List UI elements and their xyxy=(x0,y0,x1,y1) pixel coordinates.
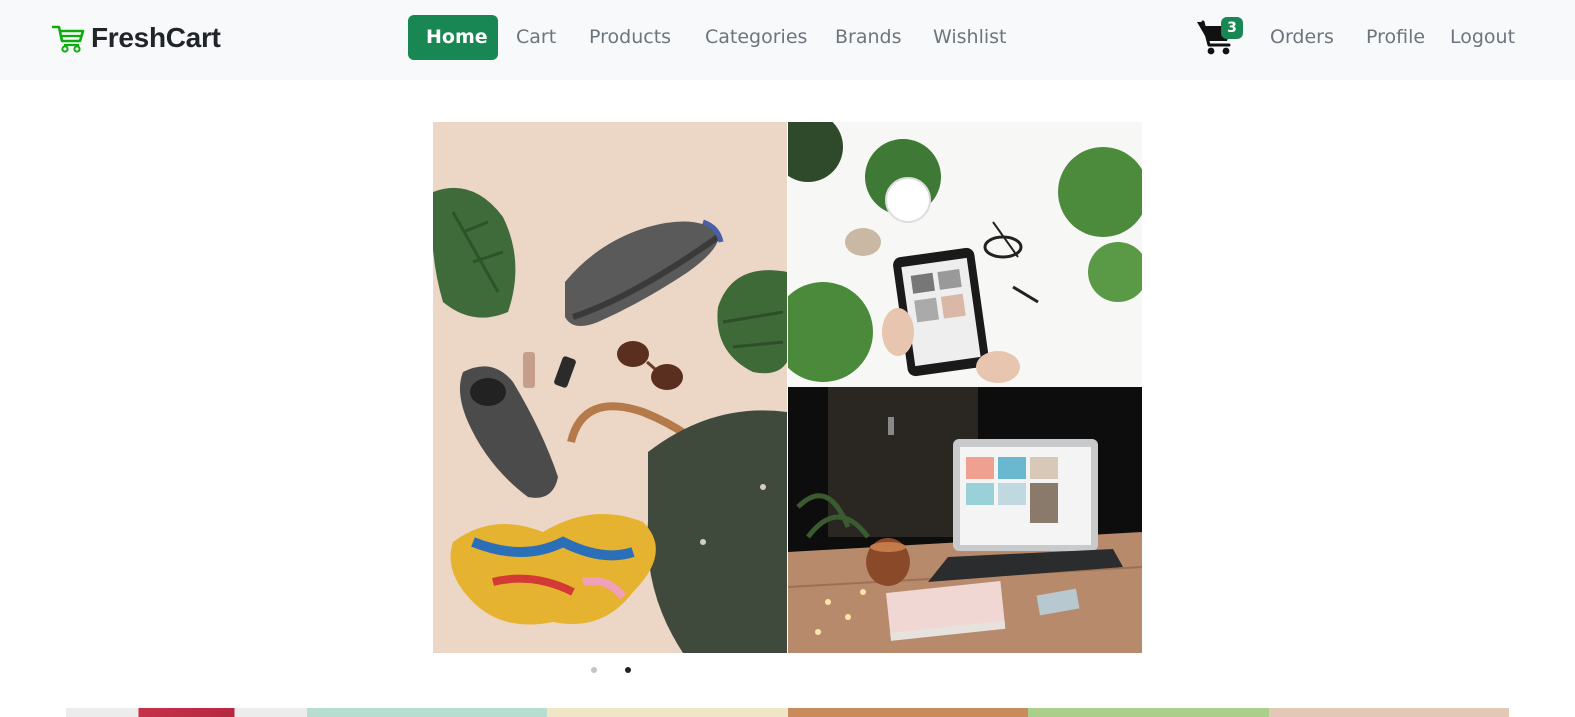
nav-orders[interactable]: Orders xyxy=(1270,15,1334,60)
nav-cart[interactable]: Cart xyxy=(516,15,556,60)
nav-brands[interactable]: Brands xyxy=(835,15,902,60)
nav-logout[interactable]: Logout xyxy=(1450,15,1515,60)
brand-name: FreshCart xyxy=(91,22,221,53)
cart-button[interactable]: 3 xyxy=(1196,17,1248,55)
category-slide[interactable] xyxy=(547,708,788,717)
brand-logo[interactable]: FreshCart xyxy=(52,20,221,56)
nav-wishlist[interactable]: Wishlist xyxy=(933,15,1007,60)
category-slide[interactable] xyxy=(306,708,547,717)
nav-categories[interactable]: Categories xyxy=(705,15,807,60)
category-slide[interactable] xyxy=(1268,708,1509,717)
category-slide[interactable] xyxy=(66,708,307,717)
slider-dot-1[interactable] xyxy=(591,667,597,673)
category-slide[interactable] xyxy=(787,708,1028,717)
hero-image-tablet xyxy=(788,122,1142,387)
navbar: FreshCart Home Cart Products Categories … xyxy=(0,0,1575,80)
hero-image-laptop xyxy=(788,387,1142,653)
slider-dot-2-active[interactable] xyxy=(625,667,631,673)
nav-home[interactable]: Home xyxy=(408,15,498,60)
category-slider xyxy=(66,708,1509,717)
category-slide[interactable] xyxy=(1028,708,1269,717)
hero-slider xyxy=(433,122,1142,653)
cart-count-badge: 3 xyxy=(1221,17,1243,39)
hero-image-fashion xyxy=(433,122,787,653)
nav-profile[interactable]: Profile xyxy=(1366,15,1425,60)
shopping-cart-icon xyxy=(52,25,85,53)
nav-products[interactable]: Products xyxy=(589,15,671,60)
